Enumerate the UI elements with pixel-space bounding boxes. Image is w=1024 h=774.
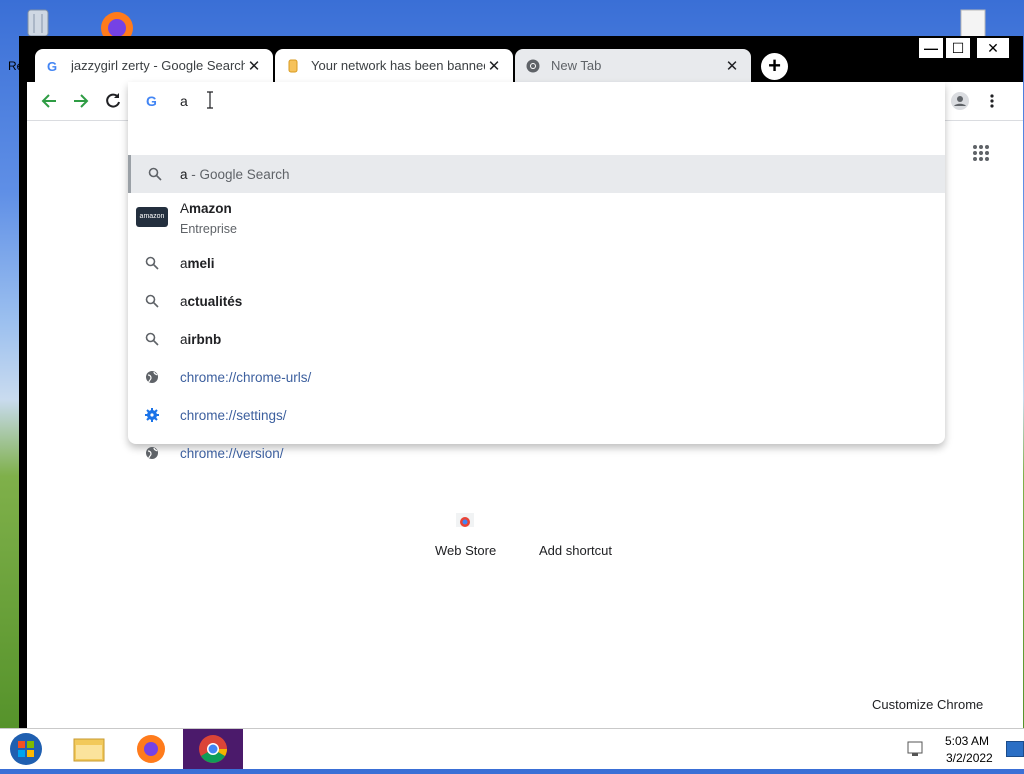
tab-new-tab[interactable]: New Tab ✕	[515, 49, 751, 82]
suggestion-bold: irbnb	[187, 331, 222, 347]
show-desktop-icon[interactable]	[1006, 741, 1024, 757]
recycle-bin-icon[interactable]	[20, 6, 56, 38]
minimize-button[interactable]: —	[919, 38, 943, 58]
text-cursor-icon	[206, 91, 214, 109]
tab-title: Your network has been banned f	[311, 58, 485, 73]
search-icon	[147, 166, 163, 182]
suggestion-chrome-version[interactable]: chrome://version/	[128, 434, 945, 472]
suggestion-ameli[interactable]: ameli	[128, 244, 945, 282]
gear-icon	[144, 407, 160, 423]
tab-google-search[interactable]: G jazzygirl zerty - Google Search ✕	[35, 49, 273, 82]
file-explorer-taskbar-icon[interactable]	[72, 733, 106, 765]
suggestion-actualites[interactable]: actualités	[128, 282, 945, 320]
suggestion-prefix: a	[180, 331, 188, 347]
svg-text:G: G	[146, 93, 157, 109]
suggestion-amazon[interactable]: amazon Amazon Entreprise	[128, 193, 945, 241]
page-icon	[285, 58, 301, 74]
search-icon	[144, 293, 160, 309]
suggestion-bold: ctualités	[187, 293, 243, 309]
suggestion-url: chrome://chrome-urls/	[180, 369, 312, 385]
chrome-icon	[525, 58, 541, 74]
taskbar: 5:03 AM 3/2/2022	[0, 728, 1024, 769]
suggestion-subtitle: Entreprise	[180, 222, 237, 236]
customize-chrome-button[interactable]: Customize Chrome	[872, 697, 983, 712]
omnibox-dropdown: G a a - Google Search amazon Amazon Entr…	[128, 82, 945, 461]
maximize-button[interactable]: ☐	[946, 38, 970, 58]
globe-icon	[144, 369, 160, 385]
profile-avatar-icon[interactable]	[949, 90, 971, 112]
suggestion-airbnb[interactable]: airbnb	[128, 320, 945, 358]
amazon-logo: amazon	[136, 207, 168, 227]
tab-title: New Tab	[551, 58, 602, 73]
search-icon	[144, 331, 160, 347]
firefox-taskbar-icon[interactable]	[134, 733, 168, 765]
close-window-button[interactable]: ✕	[977, 38, 1009, 58]
suggestion-google-search[interactable]: a - Google Search	[128, 155, 945, 193]
tab-close-icon[interactable]: ✕	[723, 57, 741, 75]
clock-time[interactable]: 5:03 AM	[945, 734, 989, 748]
new-tab-button[interactable]: +	[761, 53, 788, 80]
menu-kebab-icon[interactable]	[981, 90, 1003, 112]
omnibox-input[interactable]: G a	[128, 82, 945, 120]
webstore-shortcut[interactable]: Web Store	[425, 503, 505, 583]
chrome-taskbar-icon[interactable]	[183, 729, 243, 769]
suggestion-suffix: - Google Search	[187, 166, 290, 182]
add-shortcut[interactable]: Add shortcut	[533, 503, 633, 583]
suggestion-prefix: a	[180, 166, 188, 182]
suggestion-prefix: A	[180, 201, 190, 216]
desktop-file-icon[interactable]	[955, 8, 991, 39]
back-arrow-icon[interactable]	[38, 90, 60, 112]
suggestion-url: chrome://version/	[180, 445, 284, 461]
title-bar: G jazzygirl zerty - Google Search ✕ Your…	[19, 36, 1023, 82]
svg-text:G: G	[47, 59, 57, 73]
tab-title: jazzygirl zerty - Google Search	[71, 58, 245, 73]
apps-grid-icon[interactable]	[972, 144, 990, 162]
search-icon	[144, 255, 160, 271]
webstore-icon	[454, 511, 476, 529]
chrome-window: G jazzygirl zerty - Google Search ✕ Your…	[19, 36, 1023, 728]
suggestion-prefix: a	[180, 255, 188, 271]
suggestion-bold: mazon	[189, 201, 232, 216]
google-g-icon: G	[145, 93, 161, 109]
tab-close-icon[interactable]: ✕	[245, 57, 263, 75]
start-button[interactable]	[4, 731, 48, 767]
firefox-desktop-icon[interactable]	[94, 6, 140, 44]
add-shortcut-label: Add shortcut	[539, 543, 612, 558]
clock-date[interactable]: 3/2/2022	[946, 751, 993, 765]
action-center-icon[interactable]	[906, 739, 926, 759]
suggestion-chrome-urls[interactable]: chrome://chrome-urls/	[128, 358, 945, 396]
google-g-icon: G	[45, 58, 61, 74]
forward-arrow-icon[interactable]	[70, 90, 92, 112]
webstore-label: Web Store	[435, 543, 497, 558]
reload-icon[interactable]	[102, 90, 124, 112]
tab-network-banned[interactable]: Your network has been banned f ✕	[275, 49, 513, 82]
suggestion-bold: meli	[187, 255, 215, 271]
suggestion-prefix: a	[180, 293, 188, 309]
tab-close-icon[interactable]: ✕	[485, 57, 503, 75]
globe-icon	[144, 445, 160, 461]
suggestion-url: chrome://settings/	[180, 407, 287, 423]
omnibox-text: a	[180, 93, 188, 109]
suggestion-chrome-settings[interactable]: chrome://settings/	[128, 396, 945, 434]
